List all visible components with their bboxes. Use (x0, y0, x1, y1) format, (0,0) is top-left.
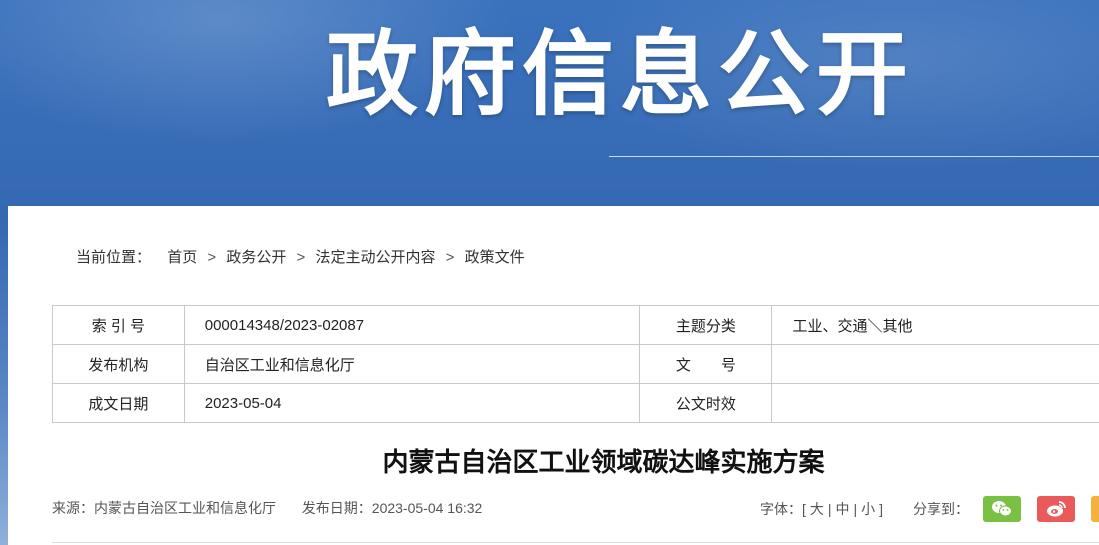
breadcrumb-separator: > (445, 249, 455, 266)
font-size-separator: | (827, 501, 832, 517)
font-size-medium-button[interactable]: 中 (836, 499, 850, 519)
document-source: 来源：内蒙古自治区工业和信息化厅 (52, 500, 276, 516)
meta-value-topic: 工业、交通＼其他 (771, 305, 1099, 345)
breadcrumb-government-affairs[interactable]: 政务公开 (226, 246, 286, 267)
font-size-label: 字体：[ (760, 501, 806, 517)
breadcrumb-separator: > (296, 249, 306, 266)
table-row: 发布机构 自治区工业和信息化厅 文 号 (52, 344, 1099, 384)
document-publish-date: 发布日期：2023-05-04 16:32 (301, 500, 483, 516)
weibo-icon (1047, 501, 1066, 517)
document-source-line: 来源：内蒙古自治区工业和信息化厅 发布日期：2023-05-04 16:32 (52, 498, 482, 518)
meta-key-document-number: 文 号 (639, 344, 773, 384)
breadcrumb-statutory-disclosure[interactable]: 法定主动公开内容 (315, 246, 435, 267)
share-wechat-button[interactable] (983, 496, 1022, 522)
breadcrumb-home[interactable]: 首页 (167, 246, 197, 267)
share-favorite-button[interactable] (1091, 496, 1099, 522)
content-panel: 当前位置： 首页 > 政务公开 > 法定主动公开内容 > 政策文件 索 引 号 … (8, 206, 1099, 545)
meta-key-written-date: 成文日期 (52, 383, 185, 423)
meta-key-issuer: 发布机构 (52, 344, 185, 384)
breadcrumb-label: 当前位置： (76, 249, 152, 266)
meta-key-index-number: 索 引 号 (52, 305, 185, 345)
meta-key-validity: 公文时效 (639, 383, 773, 423)
article-tools: 字体：[ 大 | 中 | 小 ] 分享到： (760, 496, 1099, 522)
meta-value-index-number: 000014348/2023-02087 (183, 305, 641, 345)
table-row: 索 引 号 000014348/2023-02087 主题分类 工业、交通＼其他 (52, 305, 1099, 345)
banner-title: 政府信息公开 (326, 21, 915, 128)
meta-value-validity (771, 383, 1099, 423)
breadcrumb: 当前位置： 首页 > 政务公开 > 法定主动公开内容 > 政策文件 (76, 246, 525, 267)
breadcrumb-separator: > (207, 249, 217, 266)
banner-divider (609, 156, 1099, 157)
meta-value-issuer: 自治区工业和信息化厅 (183, 344, 641, 384)
font-size-large-button[interactable]: 大 (810, 499, 824, 519)
meta-key-topic: 主题分类 (639, 305, 773, 345)
wechat-icon (992, 501, 1013, 517)
meta-value-written-date: 2023-05-04 (183, 383, 641, 423)
font-size-small-button[interactable]: 小 (861, 499, 875, 519)
table-row: 成文日期 2023-05-04 公文时效 (52, 383, 1099, 423)
content-divider (52, 542, 1099, 543)
font-size-bracket: ] (879, 501, 884, 517)
share-weibo-button[interactable] (1037, 496, 1076, 522)
share-label: 分享到： (913, 501, 970, 517)
breadcrumb-policy-documents[interactable]: 政策文件 (465, 246, 525, 267)
document-meta-table: 索 引 号 000014348/2023-02087 主题分类 工业、交通＼其他… (52, 305, 1099, 423)
document-title: 内蒙古自治区工业领域碳达峰实施方案 (382, 448, 825, 478)
font-size-separator: | (853, 501, 858, 517)
meta-value-document-number (771, 344, 1099, 384)
